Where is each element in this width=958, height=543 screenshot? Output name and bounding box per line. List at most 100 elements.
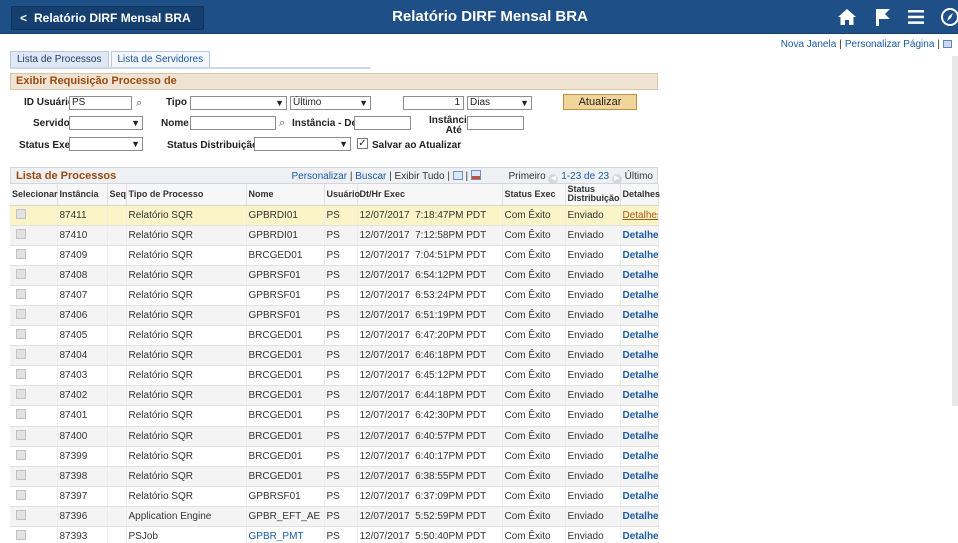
- menu-icon[interactable]: [903, 5, 929, 29]
- grid-last-link[interactable]: Último: [625, 171, 653, 182]
- row-instance: 87401: [57, 405, 108, 427]
- grid-find-link[interactable]: Buscar: [355, 171, 386, 182]
- row-user: PS: [324, 205, 358, 226]
- row-select-checkbox[interactable]: [16, 509, 26, 520]
- row-select-checkbox[interactable]: [16, 228, 26, 239]
- type-select[interactable]: ▼: [190, 96, 287, 110]
- count-input[interactable]: 1: [403, 96, 464, 110]
- row-details-link[interactable]: Detalhes: [620, 526, 659, 543]
- last-select-value: Último: [293, 97, 322, 108]
- row-datetime: 12/07/2017 6:37:09PM PDT: [357, 486, 503, 507]
- row-status-dist: Enviado: [565, 486, 621, 507]
- grid-icon[interactable]: [943, 40, 952, 48]
- row-details-link[interactable]: Detalhes: [620, 285, 659, 306]
- row-select-checkbox[interactable]: [16, 489, 26, 500]
- row-details-link[interactable]: Detalhes: [620, 405, 659, 427]
- row-details-link[interactable]: Detalhes: [620, 225, 659, 246]
- home-icon[interactable]: [834, 5, 860, 29]
- table-row[interactable]: 87407 Relatório SQR GPBRSF01 PS 12/07/2017 6…: [10, 285, 659, 306]
- row-select-checkbox[interactable]: [16, 349, 26, 360]
- row-user: PS: [324, 506, 358, 528]
- flag-icon[interactable]: [870, 5, 896, 29]
- table-row[interactable]: 87403 Relatório SQR BRCGED01 PS 12/07/2017 6…: [10, 365, 659, 387]
- grid-view-all-link[interactable]: Exibir Tudo: [395, 171, 445, 182]
- grid-first-link[interactable]: Primeiro: [508, 171, 545, 182]
- table-row[interactable]: 87405 Relatório SQR BRCGED01 PS 12/07/2017 6…: [10, 325, 659, 347]
- table-row[interactable]: 87400 Relatório SQR BRCGED01 PS 12/07/2017 6…: [10, 426, 659, 447]
- table-row[interactable]: 87406 Relatório SQR GPBRSF01 PS 12/07/2017 6…: [10, 305, 659, 327]
- row-select-checkbox[interactable]: [16, 268, 26, 279]
- row-select-checkbox[interactable]: [16, 309, 26, 320]
- row-select-checkbox[interactable]: [16, 429, 26, 440]
- save-on-refresh-checkbox[interactable]: ✓: [357, 138, 368, 149]
- col-datetime: Dt/Hr Exec: [357, 184, 503, 206]
- row-details-link[interactable]: Detalhes: [620, 466, 659, 487]
- row-select-cell: [10, 225, 58, 246]
- table-row[interactable]: 87411 Relatório SQR GPBRDI01 PS 12/07/2017 7…: [10, 205, 659, 226]
- row-select-checkbox[interactable]: [16, 389, 26, 400]
- table-row[interactable]: 87410 Relatório SQR GPBRDI01 PS 12/07/2017 7…: [10, 225, 659, 246]
- table-row[interactable]: 87396 Application Engine GPBR_EFT_AE PS 12/0…: [10, 506, 659, 528]
- table-row[interactable]: 87393 PSJob GPBR_PMT PS 12/07/2017 5:50:40PM…: [10, 526, 659, 543]
- table-row[interactable]: 87399 Relatório SQR BRCGED01 PS 12/07/2017 6…: [10, 446, 659, 467]
- row-details-link[interactable]: Detalhes: [620, 365, 659, 387]
- table-row[interactable]: 87401 Relatório SQR BRCGED01 PS 12/07/2017 6…: [10, 405, 659, 427]
- row-details-link[interactable]: Detalhes: [620, 245, 659, 266]
- table-row[interactable]: 87409 Relatório SQR BRCGED01 PS 12/07/2017 7…: [10, 245, 659, 266]
- row-status-exec: Com Êxito: [502, 486, 566, 507]
- row-details-link[interactable]: Detalhes: [620, 325, 659, 347]
- row-select-checkbox[interactable]: [16, 530, 26, 541]
- row-details-link[interactable]: Detalhes: [620, 265, 659, 286]
- row-details-link[interactable]: Detalhes: [620, 446, 659, 467]
- row-select-checkbox[interactable]: [16, 369, 26, 380]
- row-details-link[interactable]: Detalhes: [620, 305, 659, 327]
- row-details-link[interactable]: Detalhes: [620, 345, 659, 367]
- last-select[interactable]: Último ▼: [290, 96, 371, 110]
- download-icon[interactable]: [470, 170, 481, 180]
- next-icon[interactable]: ▶: [611, 174, 622, 184]
- row-details-link[interactable]: Detalhes: [620, 426, 659, 447]
- status-exec-select[interactable]: ▼: [69, 137, 143, 151]
- server-select[interactable]: ▼: [69, 116, 143, 130]
- tab-server-list[interactable]: Lista de Servidores: [110, 51, 211, 68]
- table-row[interactable]: 87402 Relatório SQR BRCGED01 PS 12/07/2017 6…: [10, 385, 659, 407]
- search-icon[interactable]: ⌕: [136, 97, 146, 109]
- row-select-checkbox[interactable]: [16, 329, 26, 340]
- row-select-checkbox[interactable]: [16, 248, 26, 259]
- table-row[interactable]: 87397 Relatório SQR GPBRSF01 PS 12/07/2017 6…: [10, 486, 659, 507]
- grid-personalize-link[interactable]: Personalizar: [291, 171, 347, 182]
- row-details-link[interactable]: Detalhes: [620, 205, 659, 226]
- refresh-button[interactable]: Atualizar: [563, 94, 637, 110]
- row-select-checkbox[interactable]: [16, 469, 26, 480]
- table-row[interactable]: 87408 Relatório SQR GPBRSF01 PS 12/07/2017 6…: [10, 265, 659, 286]
- vertical-scrollbar[interactable]: [952, 56, 958, 406]
- user-id-input[interactable]: PS: [69, 96, 132, 110]
- row-process-type: Relatório SQR: [126, 305, 247, 327]
- personalize-page-link[interactable]: Personalizar Página: [845, 39, 935, 50]
- instance-from-input[interactable]: [354, 116, 411, 130]
- table-row[interactable]: 87404 Relatório SQR BRCGED01 PS 12/07/2017 6…: [10, 345, 659, 367]
- row-details-link[interactable]: Detalhes: [620, 506, 659, 528]
- row-status-exec: Com Êxito: [502, 345, 566, 367]
- table-row[interactable]: 87398 Relatório SQR BRCGED01 PS 12/07/2017 6…: [10, 466, 659, 487]
- back-button[interactable]: < Relatório DIRF Mensal BRA: [11, 6, 204, 30]
- row-user: PS: [324, 405, 358, 427]
- unit-select[interactable]: Dias ▼: [467, 96, 532, 110]
- row-datetime: 12/07/2017 6:44:18PM PDT: [357, 385, 503, 407]
- row-select-checkbox[interactable]: [16, 409, 26, 420]
- zoom-icon[interactable]: [452, 171, 463, 180]
- status-dist-select[interactable]: ▼: [254, 137, 351, 151]
- tab-process-list[interactable]: Lista de Processos: [10, 51, 109, 68]
- row-status-exec: Com Êxito: [502, 265, 566, 286]
- row-select-checkbox[interactable]: [16, 208, 26, 219]
- compass-icon[interactable]: [937, 5, 958, 29]
- previous-icon[interactable]: ◀: [548, 174, 559, 184]
- name-input[interactable]: [190, 116, 276, 130]
- row-details-link[interactable]: Detalhes: [620, 385, 659, 407]
- new-window-link[interactable]: Nova Janela: [781, 39, 837, 50]
- row-details-link[interactable]: Detalhes: [620, 486, 659, 507]
- instance-to-input[interactable]: [467, 116, 524, 130]
- row-select-checkbox[interactable]: [16, 288, 26, 299]
- row-select-checkbox[interactable]: [16, 449, 26, 460]
- search-icon[interactable]: ⌕: [279, 117, 289, 129]
